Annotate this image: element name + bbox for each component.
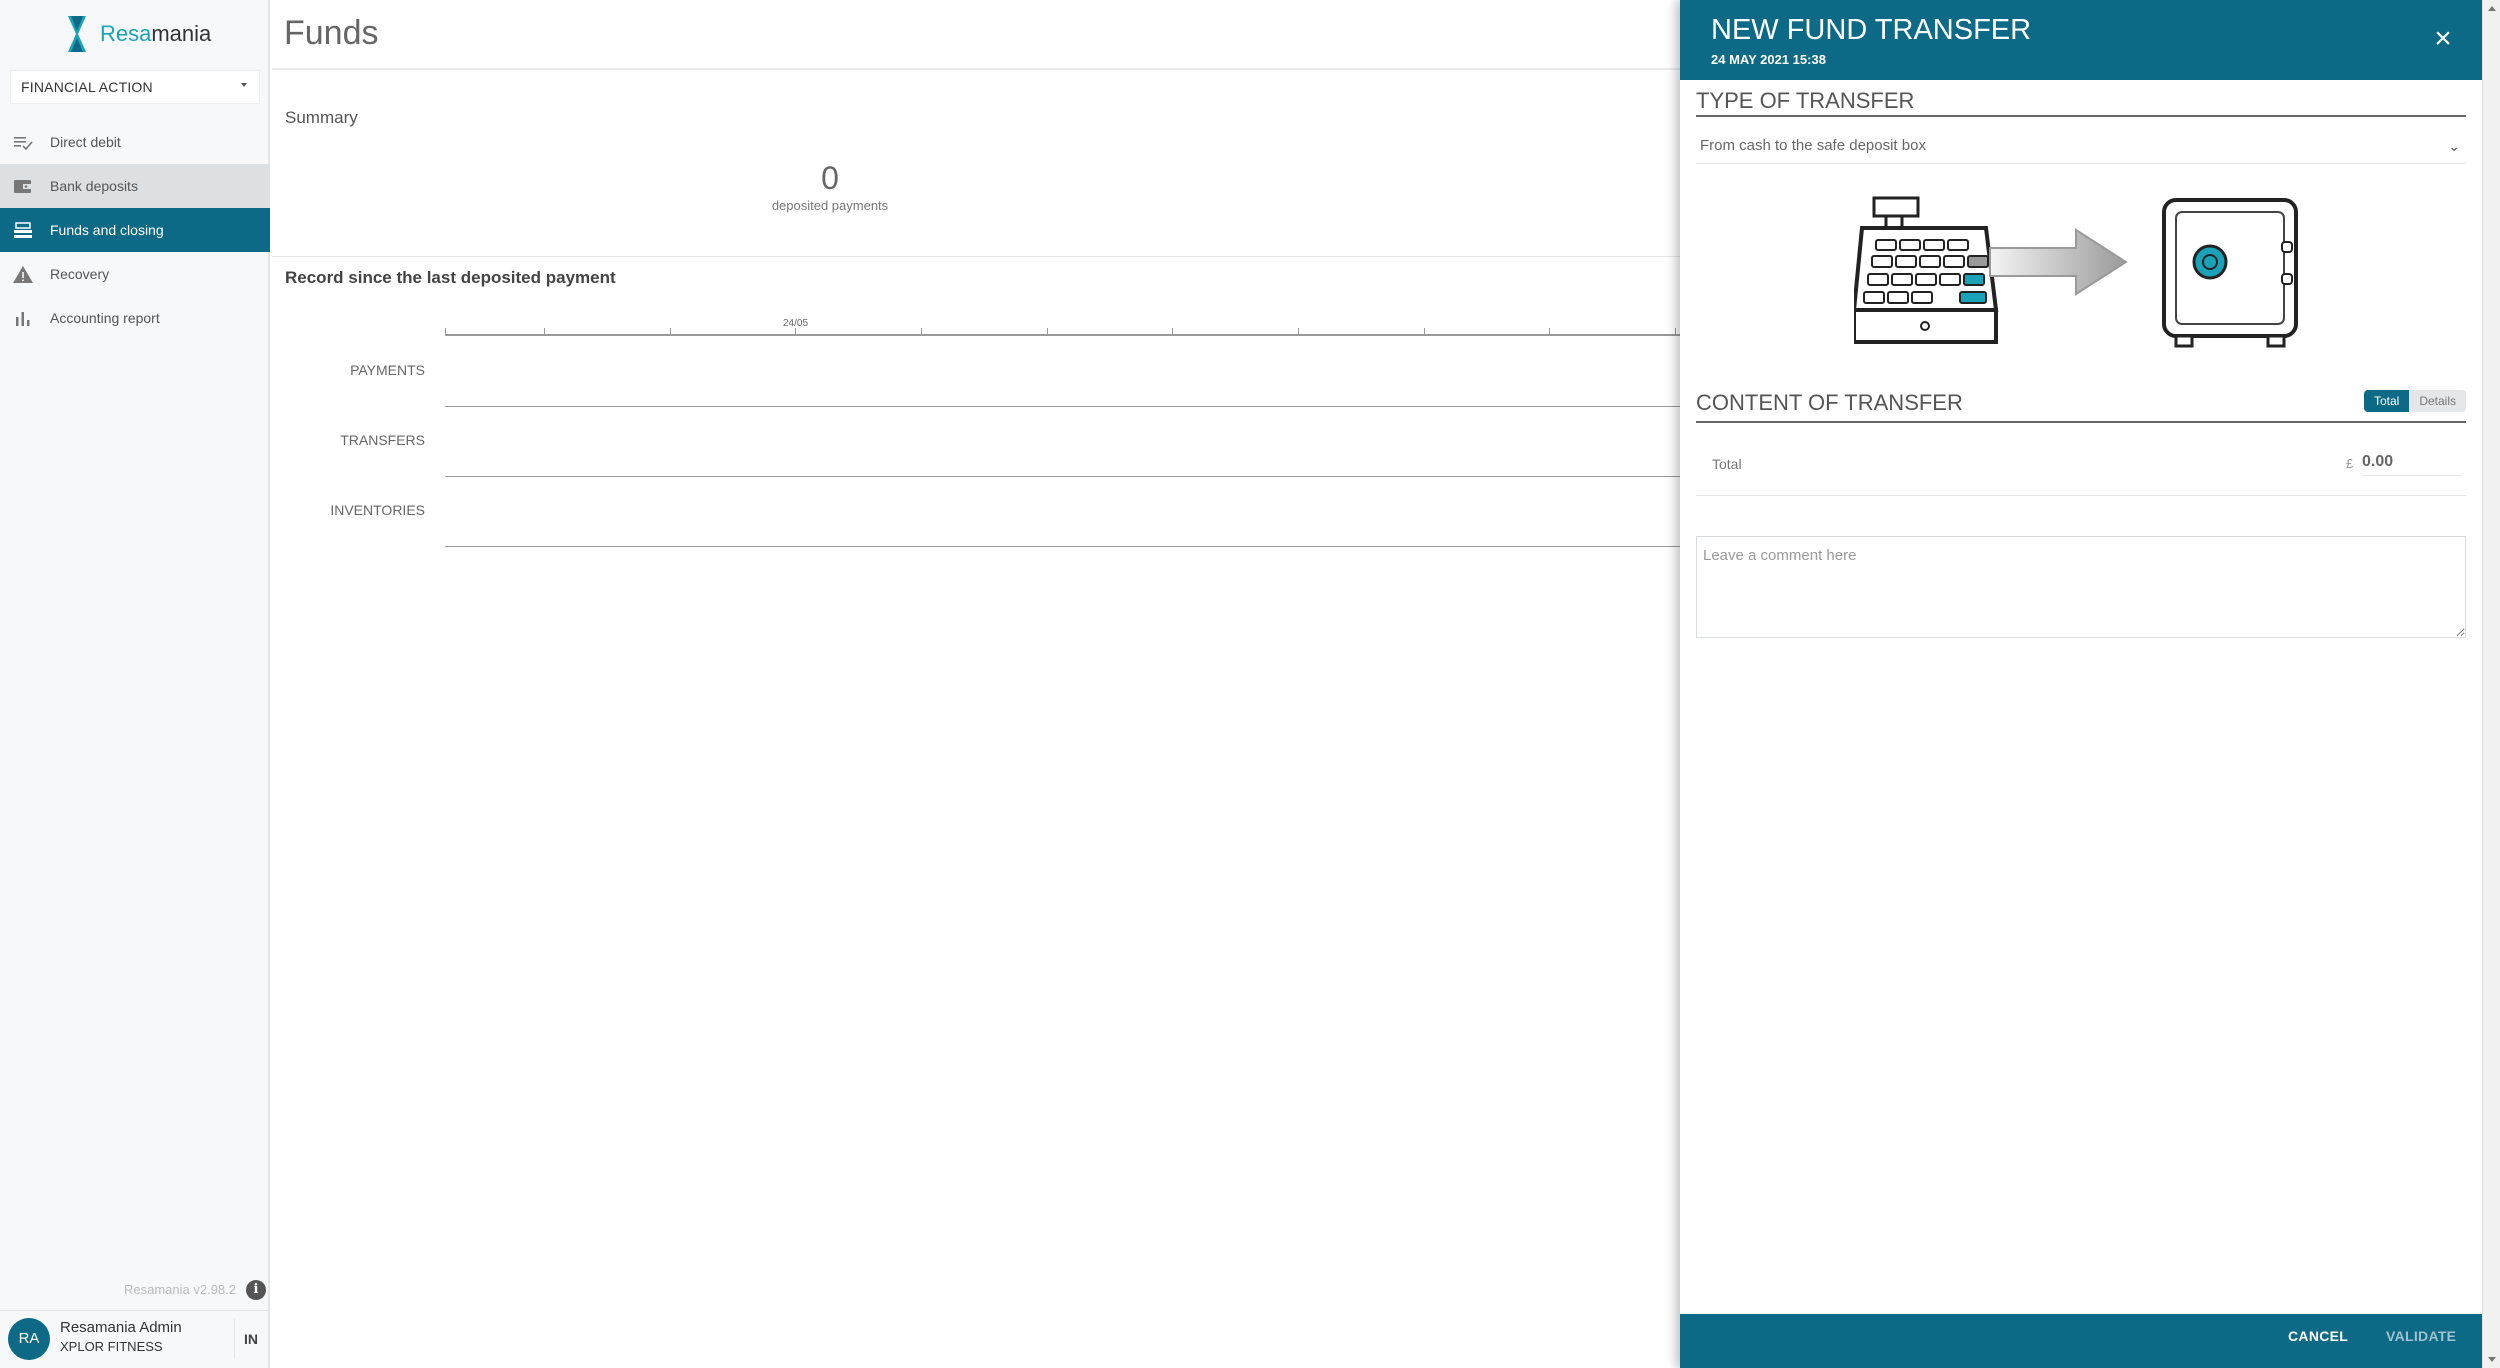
total-row: Total £ 0.00	[1696, 444, 2466, 496]
cash-register-illustration-icon	[1854, 196, 1999, 344]
deposited-payments-count: 0	[821, 160, 839, 196]
checklist-icon	[14, 137, 33, 151]
timeline-tick	[921, 328, 922, 335]
chevron-down-icon: ⌄	[2448, 138, 2460, 154]
logo-text-prefix: Resa	[100, 21, 152, 46]
page-title: Funds	[284, 14, 379, 52]
row-label-inventories: INVENTORIES	[330, 502, 425, 518]
wallet-icon	[14, 180, 32, 193]
sidebar-item-bank-deposits[interactable]: Bank deposits	[0, 164, 270, 208]
record-title: Record since the last deposited payment	[285, 268, 616, 287]
row-line-inventories	[445, 546, 1685, 547]
section-divider	[272, 256, 1682, 257]
total-label: Total	[1712, 456, 1742, 472]
user-bar-divider	[234, 1319, 235, 1359]
info-icon[interactable]: i	[246, 1280, 266, 1300]
panel-footer: CANCEL VALIDATE	[1680, 1314, 2482, 1368]
cash-to-safe-illustration	[1854, 196, 2298, 348]
fund-transfer-panel: NEW FUND TRANSFER 24 MAY 2021 15:38 × TY…	[1680, 0, 2482, 1368]
deposited-payments-label: deposited payments	[771, 198, 889, 213]
sidebar-item-label: Recovery	[50, 266, 110, 282]
row-line-transfers	[445, 476, 1685, 477]
arrow-right-icon	[1989, 228, 2128, 296]
sidebar-item-label: Accounting report	[50, 310, 160, 326]
scroll-up-icon[interactable]	[2488, 6, 2496, 11]
warning-icon	[13, 266, 33, 283]
cancel-button[interactable]: CANCEL	[2288, 1328, 2348, 1344]
scroll-down-icon[interactable]	[2488, 1357, 2496, 1362]
user-bar: RA Resamania Admin XPLOR FITNESS IN	[0, 1310, 270, 1368]
financial-action-select[interactable]: FINANCIAL ACTION	[10, 70, 260, 104]
logo-text-suffix: mania	[151, 21, 212, 46]
total-amount-input[interactable]: 0.00	[2362, 453, 2462, 476]
timeline-tick	[795, 328, 796, 335]
panel-header: NEW FUND TRANSFER 24 MAY 2021 15:38 ×	[1680, 0, 2482, 80]
summary-title: Summary	[285, 108, 358, 127]
sidebar-item-recovery[interactable]: Recovery	[0, 252, 270, 296]
row-label-transfers: TRANSFERS	[340, 432, 425, 448]
panel-date: 24 MAY 2021 15:38	[1711, 52, 1826, 67]
timeline-tick	[1047, 328, 1048, 335]
caret-down-icon	[241, 83, 247, 87]
sidebar-item-funds-and-closing[interactable]: Funds and closing	[0, 208, 270, 252]
sidebar-item-label: Bank deposits	[50, 178, 138, 194]
sidebar-item-label: Direct debit	[50, 134, 121, 150]
bar-chart-icon	[16, 312, 30, 326]
sidebar: Resamania FINANCIAL ACTION Direct debit …	[0, 0, 270, 1368]
logo-text: Resamania	[100, 21, 211, 47]
timeline-tick	[544, 328, 545, 335]
total-details-toggle: Total Details	[2363, 390, 2466, 412]
panel-title: NEW FUND TRANSFER	[1711, 14, 2032, 46]
user-name: Resamania Admin	[60, 1319, 182, 1336]
hourglass-logo-icon	[68, 16, 86, 52]
toggle-details[interactable]: Details	[2409, 390, 2466, 412]
timeline-tick	[1424, 328, 1425, 335]
currency-symbol: £	[2346, 456, 2354, 471]
timeline-tick	[1172, 328, 1173, 335]
content-section-underline	[1696, 421, 2466, 423]
transfer-type-select[interactable]: From cash to the safe deposit box ⌄	[1696, 130, 2466, 164]
language-switch[interactable]: IN	[244, 1331, 258, 1347]
avatar[interactable]: RA	[8, 1318, 50, 1360]
logo[interactable]: Resamania	[64, 14, 211, 54]
row-line-payments	[445, 406, 1685, 407]
close-icon[interactable]: ×	[2426, 22, 2460, 56]
timeline-tick	[445, 328, 446, 335]
row-label-payments: PAYMENTS	[350, 362, 425, 378]
timeline-axis	[445, 334, 1685, 336]
transfer-type-value: From cash to the safe deposit box	[1700, 137, 1926, 154]
sidebar-item-accounting-report[interactable]: Accounting report	[0, 296, 270, 340]
toggle-total[interactable]: Total	[2363, 390, 2410, 412]
financial-action-label: FINANCIAL ACTION	[21, 79, 153, 95]
timeline-tick	[670, 328, 671, 335]
app-version: Resamania v2.98.2	[123, 1282, 236, 1297]
comment-textarea[interactable]	[1696, 536, 2466, 638]
sidebar-item-label: Funds and closing	[50, 222, 164, 238]
scrollbar[interactable]	[2482, 0, 2500, 1368]
safe-illustration-icon	[2162, 198, 2298, 348]
timeline-tick	[1298, 328, 1299, 335]
timeline-tick	[1549, 328, 1550, 335]
sidebar-item-direct-debit[interactable]: Direct debit	[0, 120, 270, 164]
type-of-transfer-title: TYPE OF TRANSFER	[1696, 88, 2466, 117]
validate-button[interactable]: VALIDATE	[2386, 1328, 2456, 1344]
timeline-tick-label: 24/05	[783, 318, 809, 329]
cash-register-icon	[14, 222, 32, 238]
sidebar-nav: Direct debit Bank deposits Funds and clo…	[0, 120, 270, 340]
user-organization: XPLOR FITNESS	[60, 1339, 163, 1354]
content-of-transfer-title: CONTENT OF TRANSFER	[1696, 390, 1963, 415]
timeline-tick	[1675, 328, 1676, 335]
